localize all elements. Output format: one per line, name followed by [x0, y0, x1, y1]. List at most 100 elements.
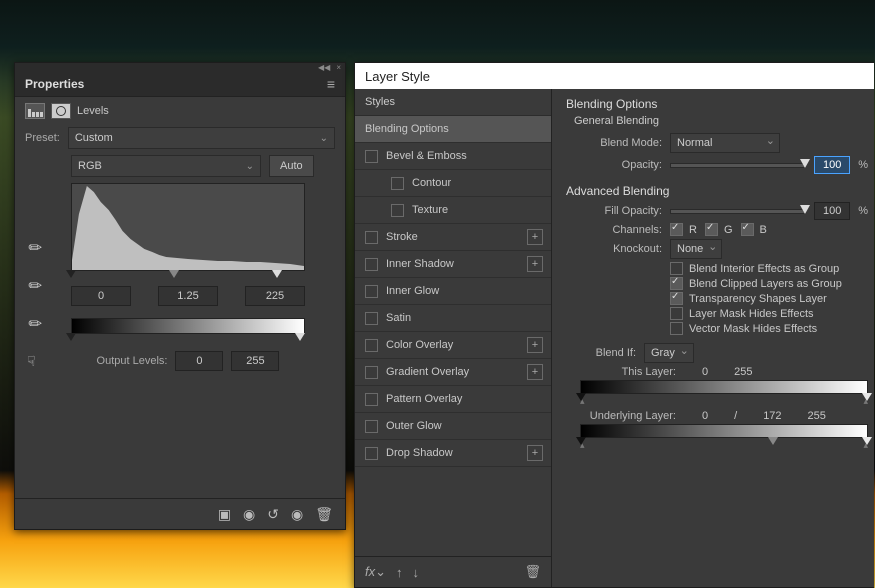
blend-if-label: Blend If:: [566, 347, 636, 359]
input-black-field[interactable]: 0: [71, 286, 131, 306]
blend-mode-dropdown[interactable]: Normal: [670, 133, 780, 153]
style-checkbox[interactable]: [365, 150, 378, 163]
output-slider-track[interactable]: [71, 333, 305, 345]
style-row-inner-shadow[interactable]: Inner Shadow+: [355, 251, 551, 278]
fx-menu-icon[interactable]: fx⌄: [365, 564, 386, 580]
percent-label: %: [858, 159, 868, 171]
toggle-visibility-icon[interactable]: ◉: [291, 506, 303, 523]
style-row-texture[interactable]: Texture: [355, 197, 551, 224]
underlying-layer-label: Underlying Layer:: [566, 410, 676, 422]
opacity-field[interactable]: 100: [814, 156, 850, 174]
adv-checkbox[interactable]: [670, 322, 683, 335]
eyedropper-gray-icon[interactable]: ✎: [24, 274, 48, 298]
reset-icon[interactable]: ↺: [267, 506, 279, 523]
style-row-stroke[interactable]: Stroke+: [355, 224, 551, 251]
fill-opacity-slider[interactable]: [670, 209, 806, 214]
input-slider-track[interactable]: [71, 270, 305, 282]
style-checkbox[interactable]: [365, 366, 378, 379]
this-layer-ramp[interactable]: [580, 380, 868, 394]
fill-opacity-field[interactable]: 100: [814, 202, 850, 220]
close-icon[interactable]: ×: [336, 63, 341, 72]
adv-checkbox[interactable]: [670, 307, 683, 320]
style-checkbox[interactable]: [365, 231, 378, 244]
style-row-contour[interactable]: Contour: [355, 170, 551, 197]
targeted-adjust-icon[interactable]: ☟: [27, 353, 36, 370]
style-checkbox[interactable]: [365, 447, 378, 460]
eyedropper-white-icon[interactable]: ✎: [24, 312, 48, 336]
add-effect-icon[interactable]: +: [527, 229, 543, 245]
style-row-drop-shadow[interactable]: Drop Shadow+: [355, 440, 551, 467]
auto-button[interactable]: Auto: [269, 155, 314, 177]
input-gamma-handle[interactable]: [169, 270, 179, 278]
adv-checkbox[interactable]: [670, 277, 683, 290]
style-label: Gradient Overlay: [386, 366, 469, 378]
mask-icon[interactable]: [51, 103, 71, 119]
style-label: Color Overlay: [386, 339, 453, 351]
output-white-handle[interactable]: [295, 333, 305, 341]
panel-collapse-strip[interactable]: ◀◀ ×: [15, 63, 345, 72]
style-label: Bevel & Emboss: [386, 150, 467, 162]
adjustment-icon[interactable]: [25, 103, 45, 119]
style-row-blending-options[interactable]: Blending Options: [355, 116, 551, 143]
style-row-outer-glow[interactable]: Outer Glow: [355, 413, 551, 440]
channels-label: Channels:: [566, 224, 662, 236]
adv-checkbox[interactable]: [670, 292, 683, 305]
preset-label: Preset:: [25, 132, 60, 144]
style-label: Pattern Overlay: [386, 393, 462, 405]
opacity-slider[interactable]: [670, 163, 806, 168]
input-white-field[interactable]: 225: [245, 286, 305, 306]
input-white-handle[interactable]: [272, 270, 282, 278]
style-checkbox[interactable]: [365, 339, 378, 352]
add-effect-icon[interactable]: +: [527, 445, 543, 461]
underlying-white-split-handle[interactable]: [768, 437, 778, 445]
style-row-color-overlay[interactable]: Color Overlay +: [355, 332, 551, 359]
style-checkbox[interactable]: [391, 204, 404, 217]
clip-to-layer-icon[interactable]: ▣: [218, 506, 231, 523]
knockout-label: Knockout:: [566, 243, 662, 255]
style-row-bevel-emboss[interactable]: Bevel & Emboss: [355, 143, 551, 170]
adv-check-label: Blend Clipped Layers as Group: [689, 278, 842, 290]
blend-if-dropdown[interactable]: Gray: [644, 343, 694, 363]
channel-r-checkbox[interactable]: [670, 223, 683, 236]
style-checkbox[interactable]: [365, 258, 378, 271]
underlying-white-handle[interactable]: [862, 437, 872, 445]
move-up-icon[interactable]: ↑: [396, 565, 403, 580]
channel-g-checkbox[interactable]: [705, 223, 718, 236]
style-checkbox[interactable]: [391, 177, 404, 190]
style-label: Outer Glow: [386, 420, 442, 432]
adv-check-label: Vector Mask Hides Effects: [689, 323, 817, 335]
eyedropper-black-icon[interactable]: ✎: [24, 236, 48, 260]
panel-menu-icon[interactable]: ≡: [327, 76, 335, 92]
move-down-icon[interactable]: ↓: [413, 565, 420, 580]
preset-dropdown[interactable]: Custom: [68, 127, 335, 149]
add-effect-icon[interactable]: +: [527, 364, 543, 380]
delete-adjustment-icon[interactable]: 🗑: [315, 506, 333, 523]
output-black-field[interactable]: 0: [175, 351, 223, 371]
style-checkbox[interactable]: [365, 285, 378, 298]
knockout-dropdown[interactable]: None: [670, 239, 722, 259]
style-row-pattern-overlay[interactable]: Pattern Overlay: [355, 386, 551, 413]
styles-header[interactable]: Styles: [355, 89, 551, 116]
add-effect-icon[interactable]: +: [527, 256, 543, 272]
style-checkbox[interactable]: [365, 420, 378, 433]
collapse-arrows-icon[interactable]: ◀◀: [318, 63, 330, 72]
view-previous-icon[interactable]: ◉: [243, 506, 255, 523]
style-row-inner-glow[interactable]: Inner Glow: [355, 278, 551, 305]
adv-checkbox[interactable]: [670, 262, 683, 275]
this-layer-black-handle[interactable]: [576, 393, 586, 401]
input-gamma-field[interactable]: 1.25: [158, 286, 218, 306]
delete-effect-icon[interactable]: 🗑: [524, 564, 541, 580]
channel-b-checkbox[interactable]: [741, 223, 754, 236]
underlying-layer-ramp[interactable]: [580, 424, 868, 438]
output-black-handle[interactable]: [66, 333, 76, 341]
channel-dropdown[interactable]: RGB: [71, 155, 261, 177]
style-row-gradient-overlay[interactable]: Gradient Overlay +: [355, 359, 551, 386]
input-black-handle[interactable]: [66, 270, 76, 278]
style-checkbox[interactable]: [365, 393, 378, 406]
add-effect-icon[interactable]: +: [527, 337, 543, 353]
style-row-satin[interactable]: Satin: [355, 305, 551, 332]
this-layer-white-handle[interactable]: [862, 393, 872, 401]
output-white-field[interactable]: 255: [231, 351, 279, 371]
style-checkbox[interactable]: [365, 312, 378, 325]
underlying-black-handle[interactable]: [576, 437, 586, 445]
